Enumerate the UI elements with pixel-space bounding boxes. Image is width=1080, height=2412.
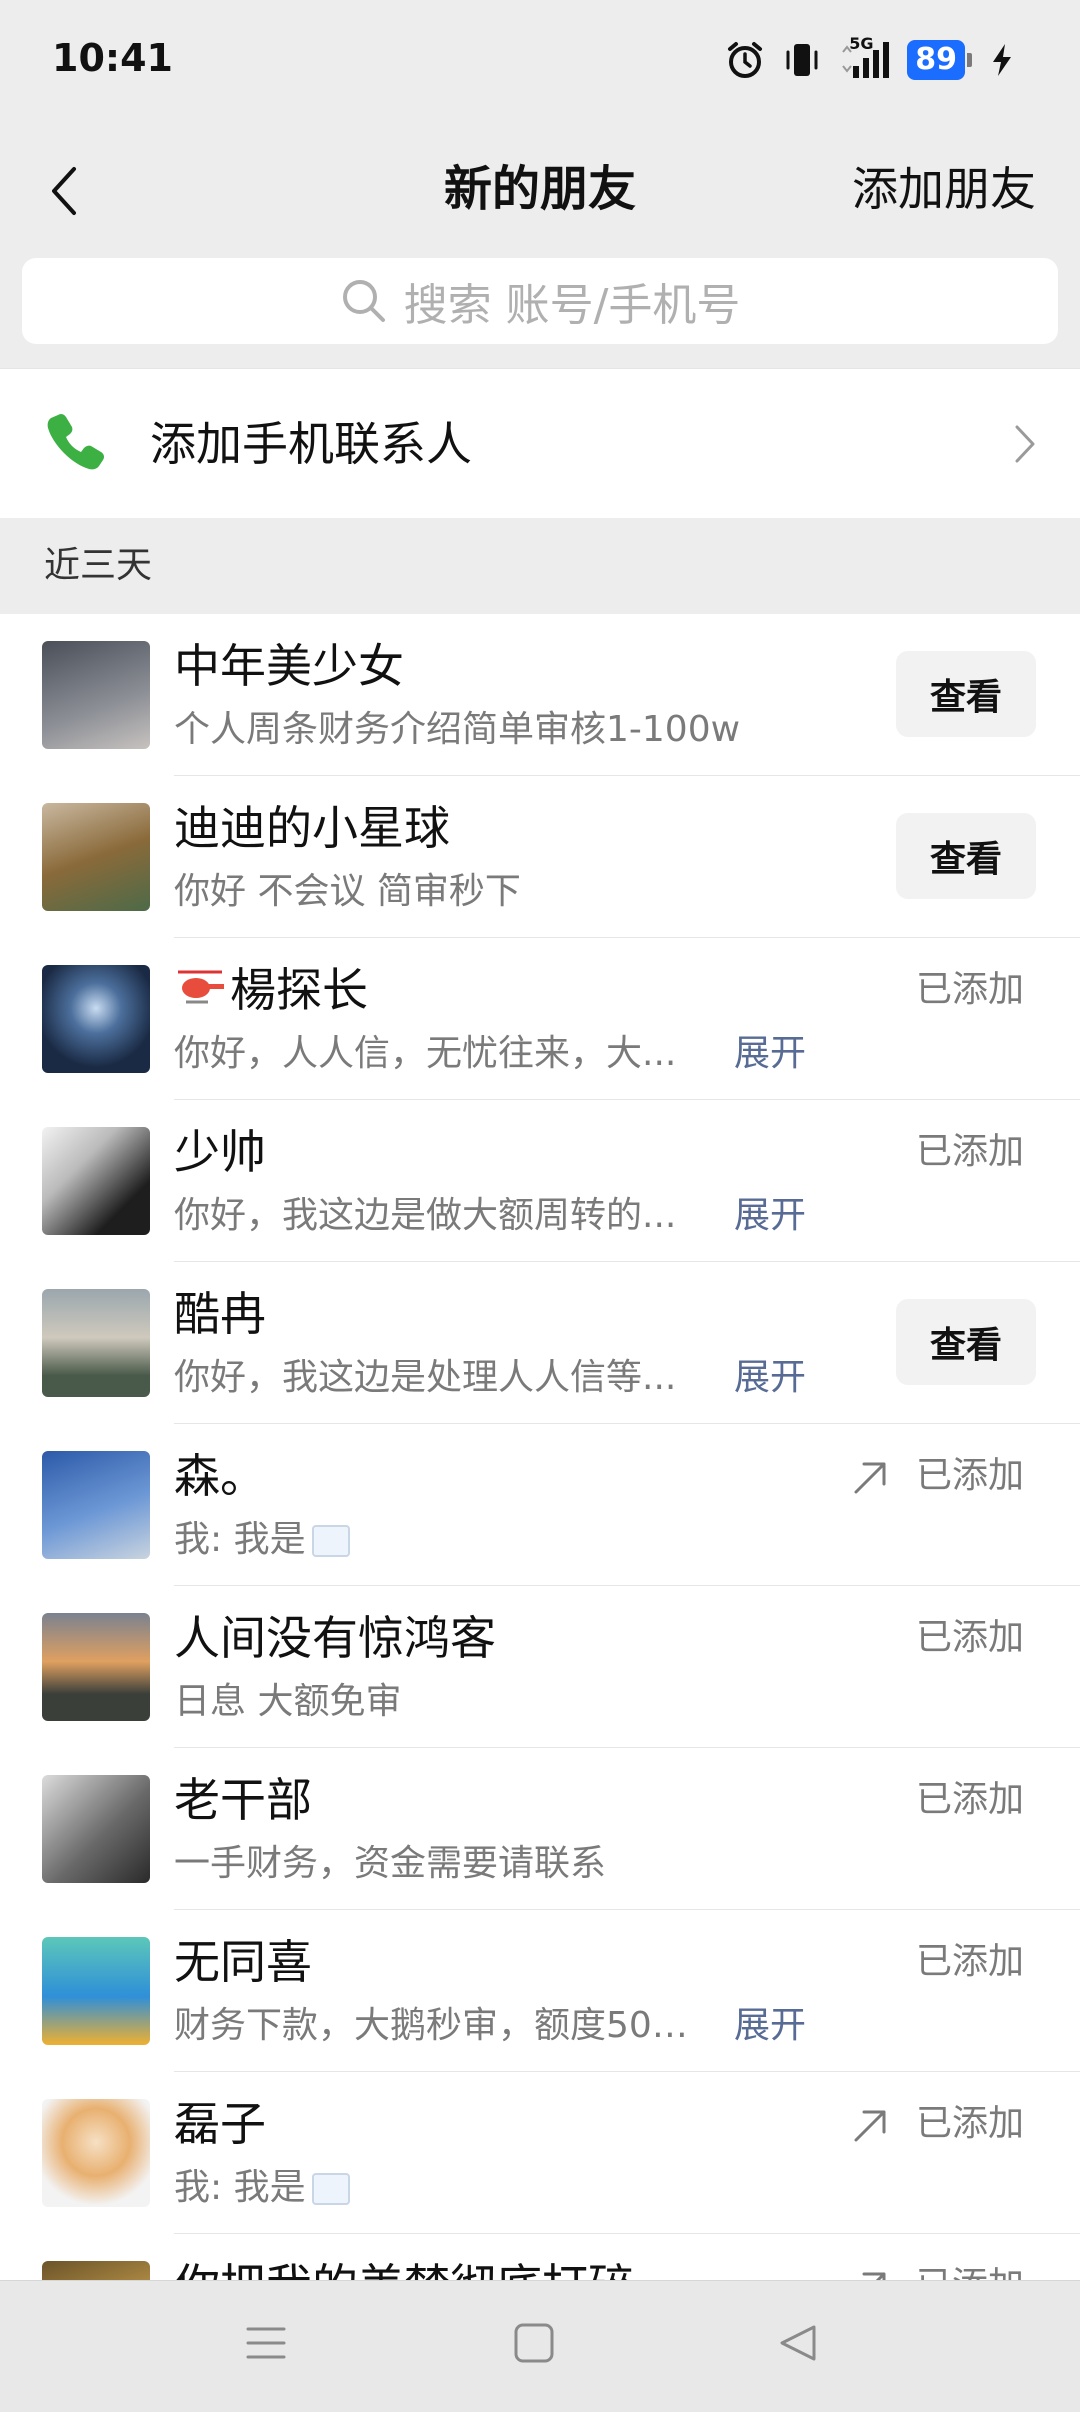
avatar[interactable]	[42, 1775, 150, 1883]
section-header: 近三天	[0, 518, 1080, 614]
friend-message-text: 我: 我是	[174, 1519, 306, 1560]
list-item[interactable]: 森。 我: 我是 已添加	[0, 1424, 1080, 1586]
friend-name-text: 楊探长	[230, 963, 368, 1017]
avatar[interactable]	[42, 1451, 150, 1559]
search-input[interactable]: 搜索 账号/手机号	[22, 258, 1058, 344]
friend-message: 我: 我是	[174, 2164, 350, 2212]
battery-indicator: 89	[907, 40, 972, 80]
list-item[interactable]: 老干部 一手财务，资金需要请联系 已添加	[0, 1748, 1080, 1910]
list-item[interactable]: 少帅 你好，我这边是做大额周转的... 展开 已添加	[0, 1100, 1080, 1262]
friend-message: 你好，我这边是处理人人信等...	[174, 1357, 677, 1398]
friend-name: 楊探长	[174, 960, 368, 1020]
friend-name: 你把我的美梦彻底打碎	[174, 2256, 634, 2280]
search-icon	[342, 280, 385, 322]
note-icon	[311, 2173, 350, 2205]
helicopter-icon	[178, 970, 224, 1004]
search-placeholder: 搜索 账号/手机号	[403, 280, 741, 331]
view-button[interactable]: 查看	[896, 651, 1036, 737]
list-item[interactable]: 迪迪的小星球 你好 不会议 简审秒下 查看	[0, 776, 1080, 938]
network-type: 5G	[849, 34, 874, 53]
add-friends-button[interactable]: 添加朋友	[852, 144, 1036, 234]
friend-message: 一手财务，资金需要请联系	[174, 1843, 607, 1884]
added-status: 已添加	[915, 1779, 1024, 1820]
friend-message-text: 我: 我是	[174, 2167, 306, 2208]
add-phone-contacts-row[interactable]: 添加手机联系人	[0, 368, 1080, 518]
avatar[interactable]	[42, 803, 150, 911]
share-arrow-icon[interactable]	[850, 1458, 890, 1502]
friend-name: 无同喜	[174, 1935, 312, 1989]
charging-icon	[990, 42, 1014, 78]
expand-link[interactable]: 展开	[734, 1354, 806, 1402]
added-status: 已添加	[915, 1941, 1024, 1982]
list-item[interactable]: 人间没有惊鸿客 日息 大额免审 已添加	[0, 1586, 1080, 1748]
avatar[interactable]	[42, 1289, 150, 1397]
friend-name: 磊子	[174, 2097, 266, 2151]
friend-message: 你好，我这边是做大额周转的...	[174, 1195, 677, 1236]
friend-name: 迪迪的小星球	[174, 801, 450, 855]
friend-message: 你好，人人信，无忧往来，大...	[174, 1033, 677, 1074]
friend-message: 你好 不会议 简审秒下	[174, 871, 521, 912]
avatar[interactable]	[42, 2099, 150, 2207]
share-arrow-icon[interactable]	[850, 2268, 890, 2280]
section-label: 近三天	[44, 545, 153, 586]
list-item[interactable]: 中年美少女 个人周条财务介绍简单审核1-100w 查看	[0, 614, 1080, 776]
friend-message: 财务下款，大鹅秒审，额度500...	[174, 2005, 694, 2046]
signal-icon: 5G	[839, 34, 890, 80]
list-item[interactable]: 酷冉 你好，我这边是处理人人信等... 展开 查看	[0, 1262, 1080, 1424]
friend-name: 老干部	[174, 1773, 312, 1827]
list-item[interactable]: 磊子 我: 我是 已添加	[0, 2072, 1080, 2234]
status-time: 10:41	[52, 36, 173, 80]
view-button[interactable]: 查看	[896, 813, 1036, 899]
menu-icon[interactable]	[244, 2321, 288, 2369]
expand-link[interactable]: 展开	[734, 2002, 806, 2050]
added-status: 已添加	[915, 2103, 1024, 2144]
friend-name: 少帅	[174, 1125, 266, 1179]
avatar[interactable]	[42, 641, 150, 749]
phone-icon	[44, 409, 108, 477]
avatar[interactable]	[42, 965, 150, 1073]
avatar[interactable]	[42, 2261, 150, 2280]
added-status: 已添加	[916, 2256, 1024, 2280]
friend-name: 森。	[174, 1449, 266, 1503]
added-status: 已添加	[915, 969, 1024, 1010]
friend-message: 个人周条财务介绍简单审核1-100w	[174, 709, 741, 750]
nav-bar: 新的朋友 添加朋友	[0, 120, 1080, 260]
friend-name: 中年美少女	[174, 639, 404, 693]
avatar[interactable]	[42, 1127, 150, 1235]
system-nav-bar	[0, 2280, 1080, 2412]
added-status: 已添加	[915, 1617, 1024, 1658]
avatar[interactable]	[42, 1937, 150, 2045]
list-item[interactable]: 楊探长 你好，人人信，无忧往来，大... 展开 已添加	[0, 938, 1080, 1100]
avatar[interactable]	[42, 1613, 150, 1721]
alarm-icon	[725, 40, 765, 80]
phone-contacts-label: 添加手机联系人	[150, 417, 472, 471]
friend-name: 人间没有惊鸿客	[174, 1611, 496, 1665]
friend-message: 我: 我是	[174, 1516, 350, 1564]
status-bar: 10:41 5G 89	[0, 0, 1080, 120]
chevron-right-icon	[1014, 424, 1036, 468]
added-status: 已添加	[915, 1455, 1024, 1496]
vibrate-icon	[783, 40, 821, 80]
back-nav-icon[interactable]	[776, 2321, 820, 2369]
added-status: 已添加	[915, 1131, 1024, 1172]
battery-level: 89	[907, 40, 965, 80]
list-item[interactable]: 无同喜 财务下款，大鹅秒审，额度500... 展开 已添加	[0, 1910, 1080, 2072]
friend-name: 酷冉	[174, 1287, 266, 1341]
note-icon	[311, 1525, 350, 1557]
expand-link[interactable]: 展开	[734, 1192, 806, 1240]
view-button[interactable]: 查看	[896, 1299, 1036, 1385]
share-arrow-icon[interactable]	[850, 2106, 890, 2150]
friend-list: 中年美少女 个人周条财务介绍简单审核1-100w 查看 迪迪的小星球 你好 不会…	[0, 614, 1080, 2280]
expand-link[interactable]: 展开	[734, 1030, 806, 1078]
status-icons: 5G 89	[725, 34, 1014, 84]
list-item[interactable]: 你把我的美梦彻底打碎 已添加	[0, 2234, 1080, 2280]
friend-message: 日息 大额免审	[174, 1681, 402, 1722]
home-icon[interactable]	[512, 2321, 556, 2369]
